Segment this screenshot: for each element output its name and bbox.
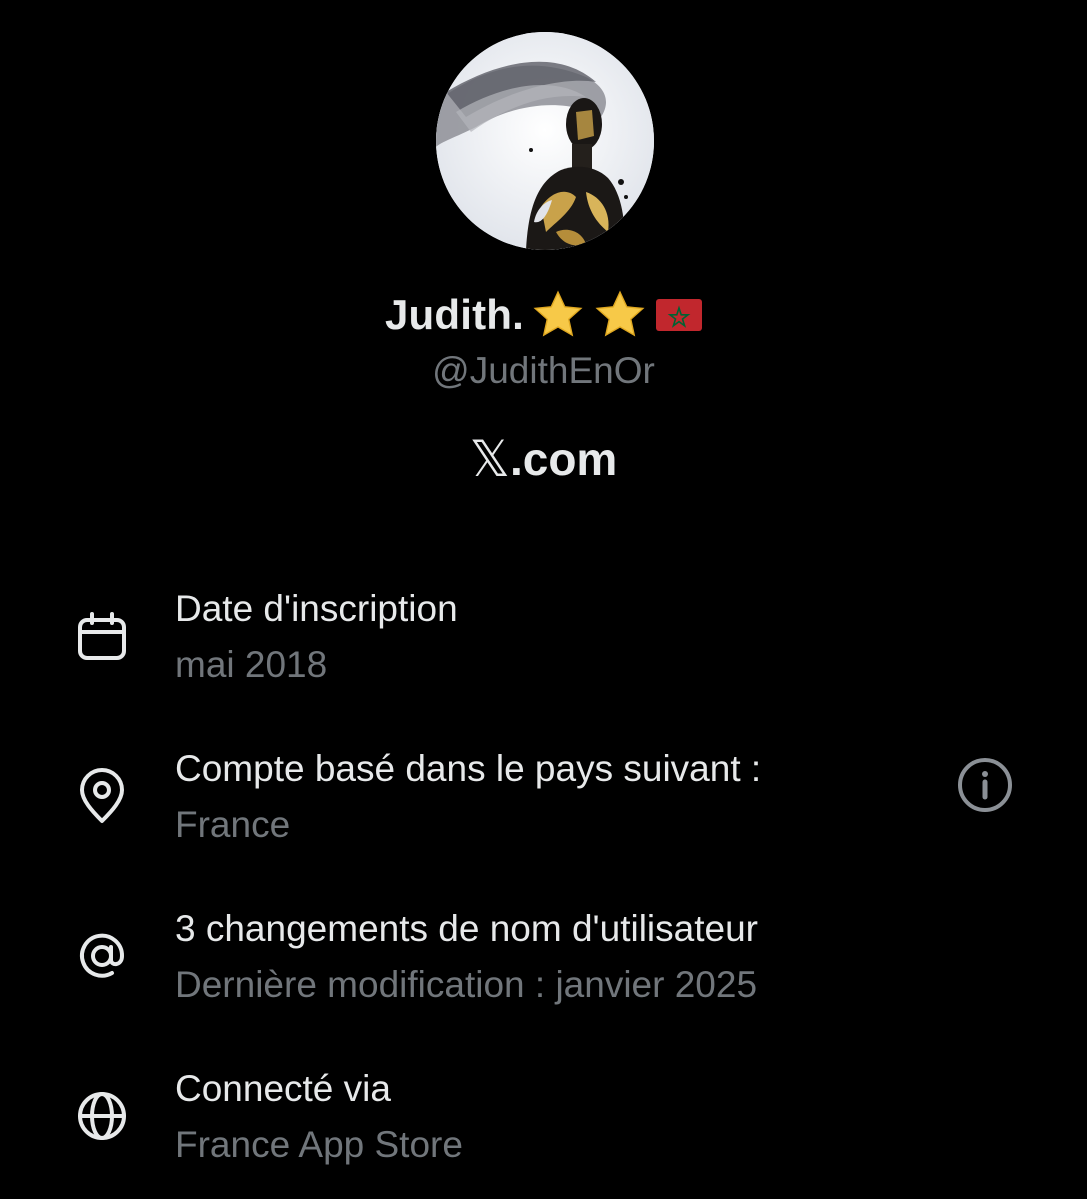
info-row-username-changes: 3 changements de nom d'utilisateur Derni… [0, 908, 1087, 1028]
star-icon [530, 287, 586, 343]
info-subtitle: mai 2018 [175, 644, 328, 685]
info-row-connected-via: Connecté via France App Store [0, 1068, 1087, 1188]
avatar-image [436, 32, 654, 250]
brand-text: .com [509, 433, 618, 485]
morocco-flag-icon [656, 299, 703, 331]
info-title: 3 changements de nom d'utilisateur [175, 908, 758, 949]
info-title: Connecté via [175, 1068, 391, 1109]
info-subtitle: France App Store [175, 1124, 463, 1165]
globe-icon [72, 1086, 132, 1146]
x-logo-icon: 𝕏 [469, 430, 510, 488]
display-name-row: Judith. [0, 287, 1087, 343]
info-title: Compte basé dans le pays suivant : [175, 748, 762, 789]
avatar[interactable] [436, 32, 654, 250]
info-icon[interactable] [956, 756, 1014, 814]
star-icon [592, 287, 648, 343]
info-subtitle: Dernière modification : janvier 2025 [175, 964, 758, 1005]
username-handle: @JudithEnOr [432, 350, 655, 391]
location-pin-icon [72, 766, 132, 826]
x-brand: 𝕏 .com [0, 430, 1087, 488]
info-row-country: Compte basé dans le pays suivant : Franc… [0, 748, 1087, 868]
info-subtitle: France [175, 804, 291, 845]
info-row-join-date: Date d'inscription mai 2018 [0, 588, 1087, 708]
calendar-icon [72, 606, 132, 666]
at-sign-icon [72, 926, 132, 986]
info-title: Date d'inscription [175, 588, 458, 629]
display-name: Judith. [384, 291, 525, 338]
